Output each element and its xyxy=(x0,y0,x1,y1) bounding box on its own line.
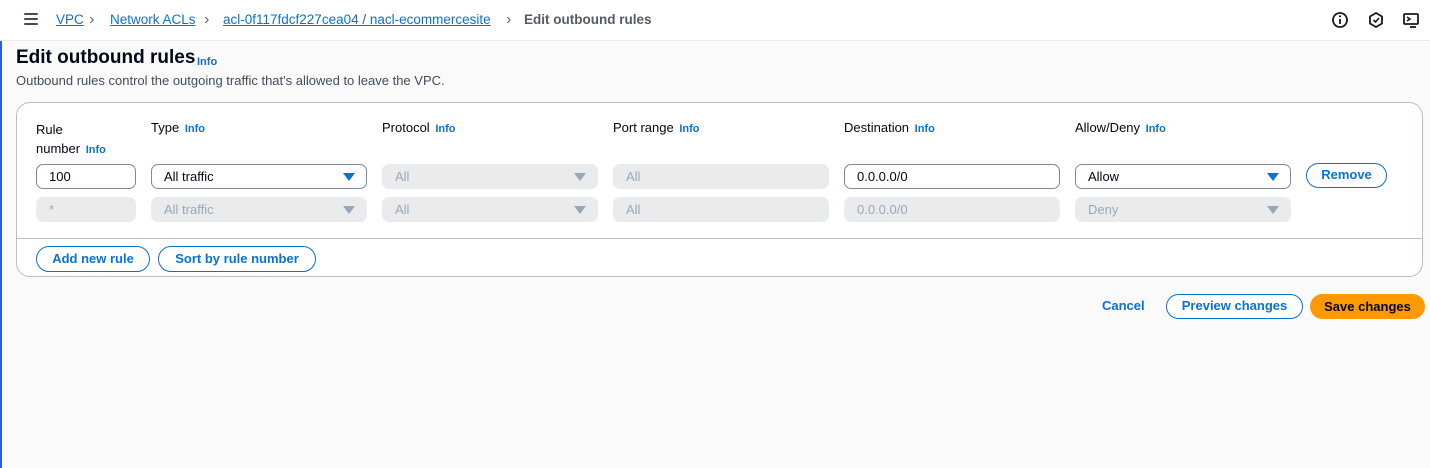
column-label: Allow/Deny xyxy=(1075,120,1141,135)
allow-deny-select-value: Deny xyxy=(1088,202,1119,217)
protocol-select: All xyxy=(382,197,598,222)
caret-down-icon xyxy=(1267,173,1279,181)
info-link[interactable]: Info xyxy=(435,123,455,135)
allow-deny-select-value: Allow xyxy=(1088,169,1120,184)
protocol-select[interactable]: All xyxy=(382,164,598,189)
column-label: Port range xyxy=(613,120,674,135)
info-circle-icon[interactable] xyxy=(1331,11,1349,29)
caret-down-icon xyxy=(574,173,586,181)
column-label: Protocol xyxy=(382,120,430,135)
cancel-button[interactable]: Cancel xyxy=(1102,298,1145,313)
info-link[interactable]: Info xyxy=(915,123,935,135)
save-changes-button[interactable]: Save changes xyxy=(1310,294,1425,319)
chevron-right-icon: › xyxy=(89,11,95,28)
cloudshell-icon[interactable] xyxy=(1402,11,1420,29)
page-description: Outbound rules control the outgoing traf… xyxy=(16,73,445,88)
caret-down-icon xyxy=(343,173,355,181)
info-link[interactable]: Info xyxy=(185,123,205,135)
caret-down-icon xyxy=(1267,206,1279,214)
breadcrumb-current: Edit outbound rules xyxy=(524,12,652,27)
rule-number-input: * xyxy=(36,197,136,222)
type-select[interactable]: All traffic xyxy=(151,164,367,189)
protocol-select-value: All xyxy=(395,202,410,217)
column-protocol: Protocol Info xyxy=(382,120,456,135)
breadcrumb-vpc[interactable]: VPC xyxy=(56,12,84,27)
column-label: Rule xyxy=(36,122,63,137)
sort-by-rule-number-button[interactable]: Sort by rule number xyxy=(158,246,316,272)
divider xyxy=(17,238,1422,239)
menu-icon[interactable] xyxy=(24,13,38,25)
preview-changes-button[interactable]: Preview changes xyxy=(1166,294,1303,319)
column-label: Destination xyxy=(844,120,910,135)
protocol-select-value: All xyxy=(395,169,410,184)
breadcrumb-acl[interactable]: acl-0f117fdcf227cea04 / nacl-ecommercesi… xyxy=(223,12,491,27)
column-type: Type Info xyxy=(151,120,205,135)
title-info-link[interactable]: Info xyxy=(197,56,217,68)
rule-number-input[interactable]: 100 xyxy=(36,164,136,189)
column-label: Type xyxy=(151,120,180,135)
port-range-input[interactable]: All xyxy=(613,164,829,189)
info-link[interactable]: Info xyxy=(86,144,106,156)
rules-container: Rule number Info Type Info Protocol Info… xyxy=(16,102,1423,277)
chevron-right-icon: › xyxy=(506,11,512,28)
caret-down-icon xyxy=(574,206,586,214)
window-edge xyxy=(0,0,2,468)
chevron-right-icon: › xyxy=(204,11,210,28)
column-rule-number: Rule number Info xyxy=(36,120,106,160)
info-link[interactable]: Info xyxy=(679,123,699,135)
add-new-rule-button[interactable]: Add new rule xyxy=(36,246,150,272)
breadcrumb-network-acls[interactable]: Network ACLs xyxy=(110,12,196,27)
column-destination: Destination Info xyxy=(844,120,935,135)
type-select: All traffic xyxy=(151,197,367,222)
allow-deny-select[interactable]: Allow xyxy=(1075,164,1291,189)
column-allow-deny: Allow/Deny Info xyxy=(1075,120,1166,135)
caret-down-icon xyxy=(343,206,355,214)
column-port-range: Port range Info xyxy=(613,120,700,135)
remove-rule-button[interactable]: Remove xyxy=(1306,163,1387,188)
allow-deny-select: Deny xyxy=(1075,197,1291,222)
page-title: Edit outbound rules xyxy=(16,47,196,68)
destination-input: 0.0.0.0/0 xyxy=(844,197,1060,222)
type-select-value: All traffic xyxy=(164,202,214,217)
info-link[interactable]: Info xyxy=(1146,123,1166,135)
type-select-value: All traffic xyxy=(164,169,214,184)
feedback-icon[interactable] xyxy=(1367,11,1385,29)
port-range-input: All xyxy=(613,197,829,222)
column-label: number xyxy=(36,141,81,156)
destination-input[interactable]: 0.0.0.0/0 xyxy=(844,164,1060,189)
top-navigation-bar: VPC › Network ACLs › acl-0f117fdcf227cea… xyxy=(0,0,1430,41)
